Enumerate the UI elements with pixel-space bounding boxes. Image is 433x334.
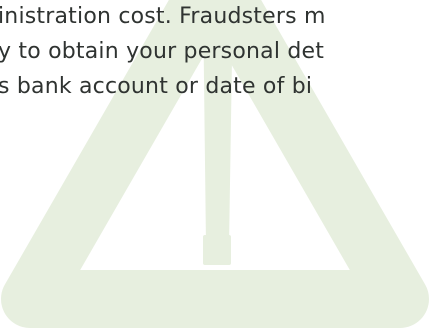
text-line-3: s bank account or date of bi bbox=[0, 74, 313, 99]
visible-fraud-warning-text: inistration cost. Fraudsters m y to obta… bbox=[0, 0, 433, 334]
text-line-1: inistration cost. Fraudsters m bbox=[0, 4, 326, 29]
text-line-2: y to obtain your personal det bbox=[0, 39, 325, 64]
page-canvas: inistration cost. Fraudsters m y to obta… bbox=[0, 0, 433, 334]
